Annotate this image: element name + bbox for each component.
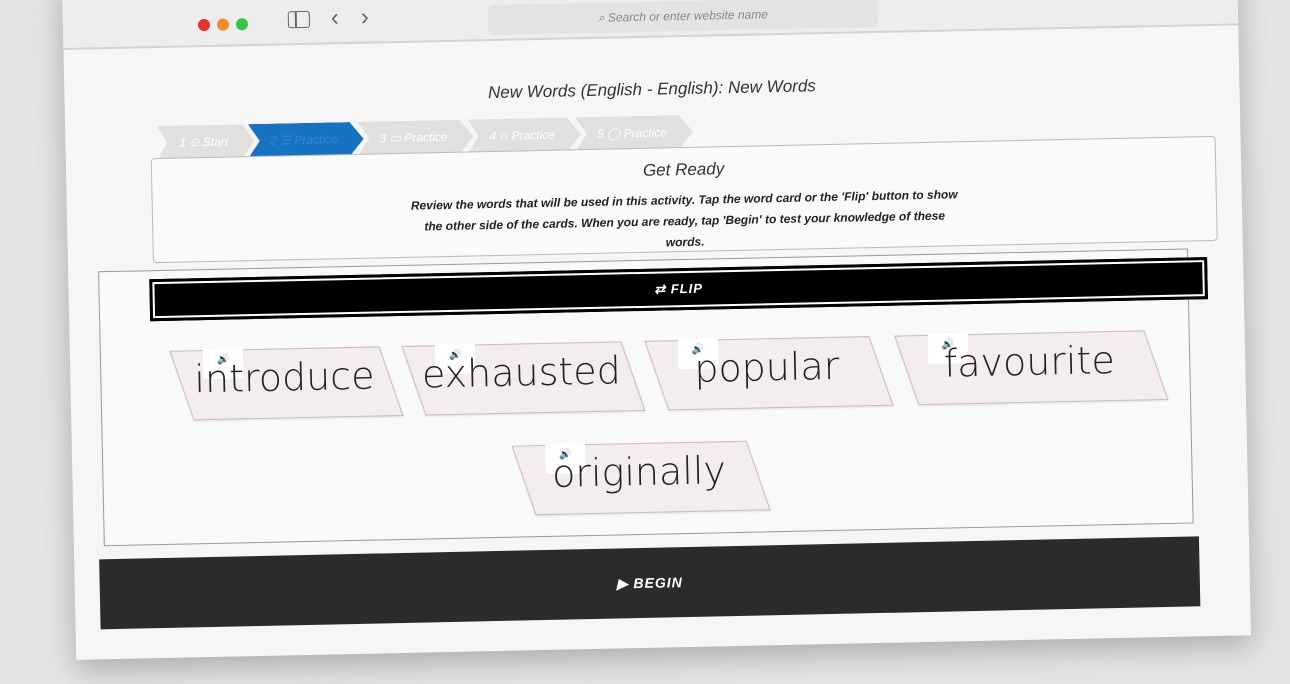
back-button[interactable]: ‹ (331, 4, 340, 32)
instructions-heading: Get Ready (642, 159, 725, 180)
maximize-window-button[interactable] (235, 18, 249, 31)
flip-button[interactable]: ⇄ FLIP (149, 257, 1208, 322)
step-3-practice[interactable]: 3 ▭ Practice (357, 119, 474, 155)
word-text: favourite (943, 338, 1116, 386)
instructions-panel: Get Ready Review the words that will be … (150, 135, 1218, 264)
browser-toolbar: ‹ › ⌕ Search or enter website name (62, 0, 1239, 50)
instructions-text: Review the words that will be used in th… (410, 187, 958, 250)
word-card[interactable]: 🔊 favourite (894, 330, 1169, 406)
url-bar[interactable]: ⌕ Search or enter website name (487, 0, 879, 36)
url-placeholder: Search or enter website name (607, 7, 769, 25)
minimize-window-button[interactable] (216, 18, 230, 31)
step-1-start[interactable]: 1 ⊙ Start (157, 124, 254, 160)
sidebar-toggle-icon[interactable] (287, 10, 311, 29)
word-card[interactable]: 🔊 introduce (169, 346, 404, 421)
word-card[interactable]: 🔊 originally (511, 440, 771, 516)
step-4-practice[interactable]: 4 ∩ Practice (467, 117, 581, 153)
word-card[interactable]: 🔊 popular (644, 336, 894, 411)
step-5-practice[interactable]: 5 ◯ Practice (575, 115, 694, 151)
word-card[interactable]: 🔊 exhausted (401, 341, 646, 416)
step-2-practice[interactable]: 2 ☰ Practice (248, 122, 364, 158)
browser-window: ‹ › ⌕ Search or enter website name New W… (62, 0, 1251, 660)
close-window-button[interactable] (197, 18, 211, 32)
forward-button[interactable]: › (361, 4, 370, 32)
search-icon: ⌕ (597, 10, 609, 25)
word-text: introduce (193, 353, 375, 402)
word-text: originally (551, 448, 727, 496)
word-text: exhausted (421, 348, 622, 397)
word-cards-area: ⇄ FLIP 🔊 introduce 🔊 exhausted 🔊 popular 🔊 f… (98, 248, 1208, 547)
word-text: popular (693, 343, 840, 391)
page-title: New Words (English - English): New Words (487, 76, 816, 103)
begin-button[interactable]: ▶ BEGIN (99, 536, 1201, 630)
